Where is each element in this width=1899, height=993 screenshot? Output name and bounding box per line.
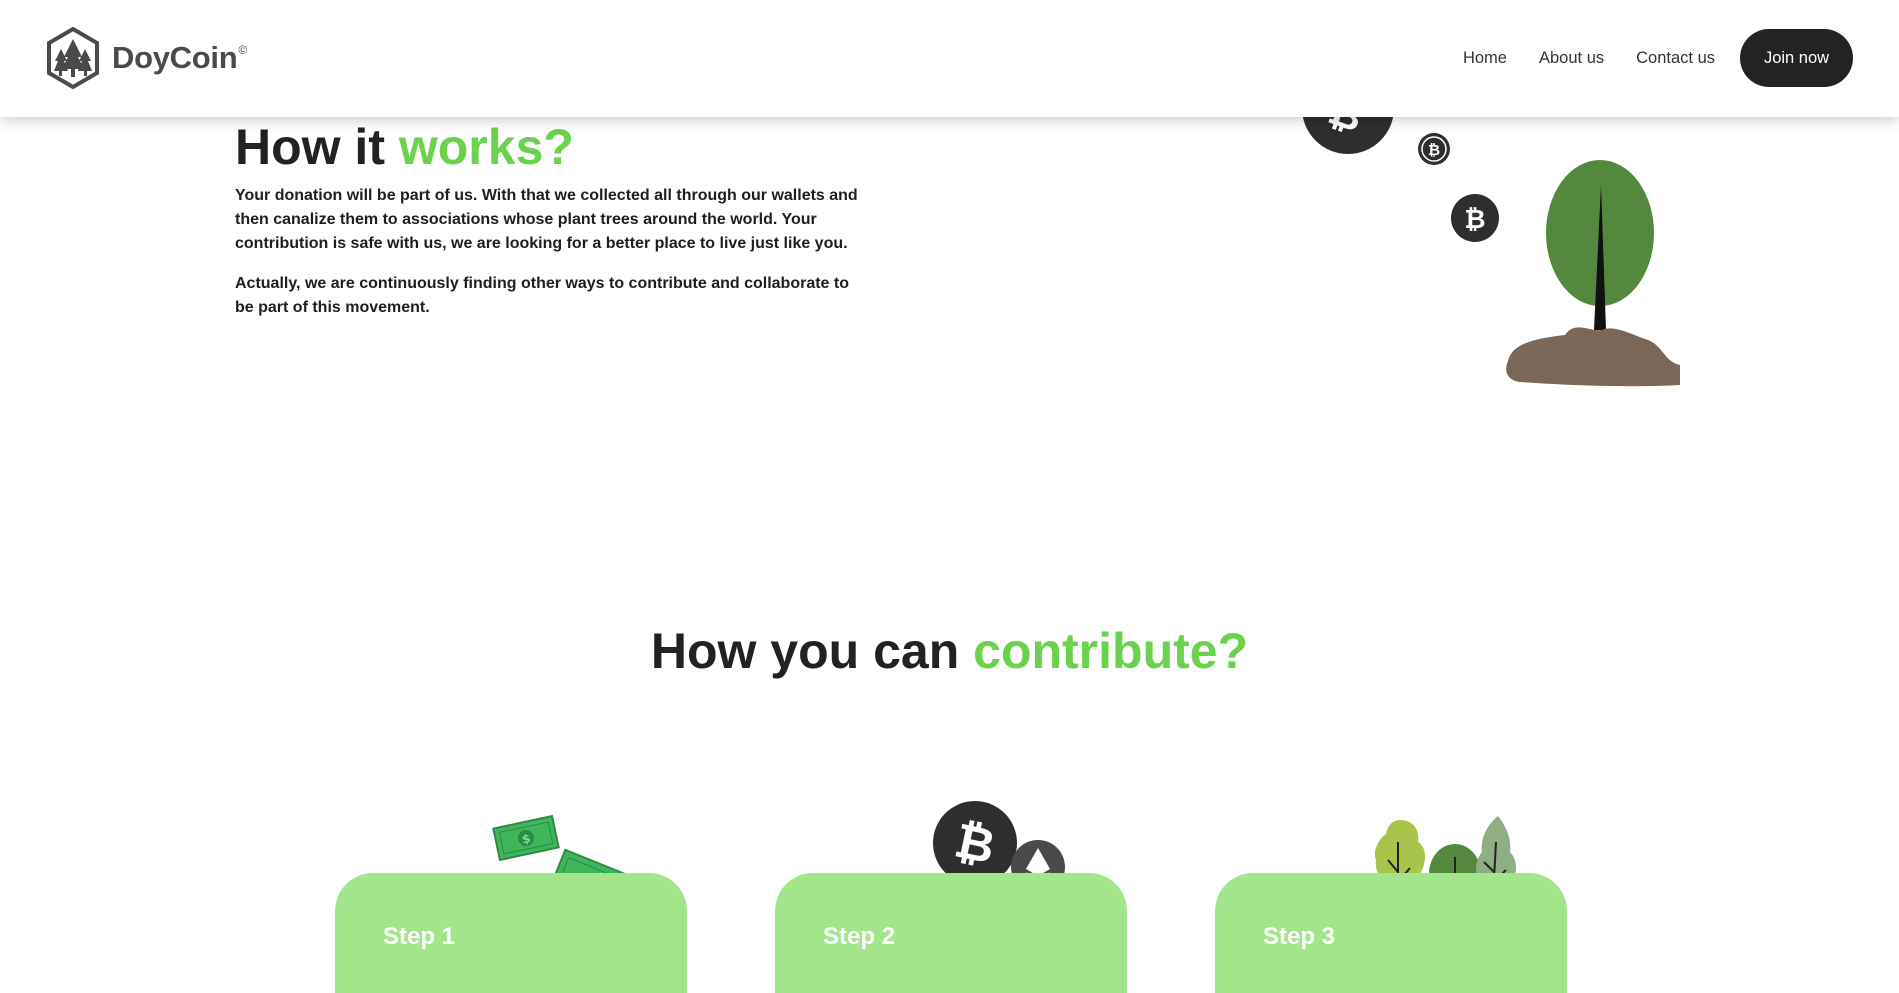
nav-home[interactable]: Home [1463, 49, 1507, 68]
svg-text:₿: ₿ [1428, 141, 1440, 159]
title-main: How it [235, 119, 399, 175]
how-it-works-paragraph-2: Actually, we are continuously finding ot… [235, 275, 849, 316]
nav-contact-us[interactable]: Contact us [1636, 49, 1715, 68]
main-nav: Home About us Contact us Join now [1431, 29, 1853, 87]
forest-logo-icon [47, 27, 99, 89]
logo-text: DoyCoin [112, 40, 238, 75]
step-card-3: Step 3 [1215, 873, 1567, 993]
step-label: Step 2 [823, 923, 896, 950]
site-header: DoyCoin © Home About us Contact us Join … [0, 0, 1899, 117]
how-it-works-paragraph-1: Your donation will be part of us. With t… [235, 187, 858, 252]
title-main: How you can [650, 623, 974, 679]
nav-about-us[interactable]: About us [1539, 49, 1604, 68]
title-accent: works? [398, 119, 574, 175]
bitcoin-icon: ₿ [1451, 194, 1499, 242]
join-now-button[interactable]: Join now [1740, 29, 1853, 87]
how-it-works-title: How it works? [235, 118, 574, 176]
step-card-1: Step 1 [335, 873, 687, 993]
copyright-mark: © [238, 43, 248, 57]
tree-coins-illustration: ₿ ₿ ₿ [1302, 62, 1680, 387]
svg-text:₿: ₿ [1464, 205, 1485, 235]
small-bitcoin-icon: ₿ [1418, 133, 1450, 165]
step-label: Step 1 [383, 923, 456, 950]
logo[interactable]: DoyCoin © [46, 27, 247, 89]
step-label: Step 3 [1263, 923, 1336, 950]
how-you-can-contribute-title: How you can contribute? [0, 622, 1899, 680]
tree-icon [1506, 160, 1680, 387]
step-card-2: Step 2 [775, 873, 1127, 993]
title-accent: contribute? [973, 623, 1249, 679]
